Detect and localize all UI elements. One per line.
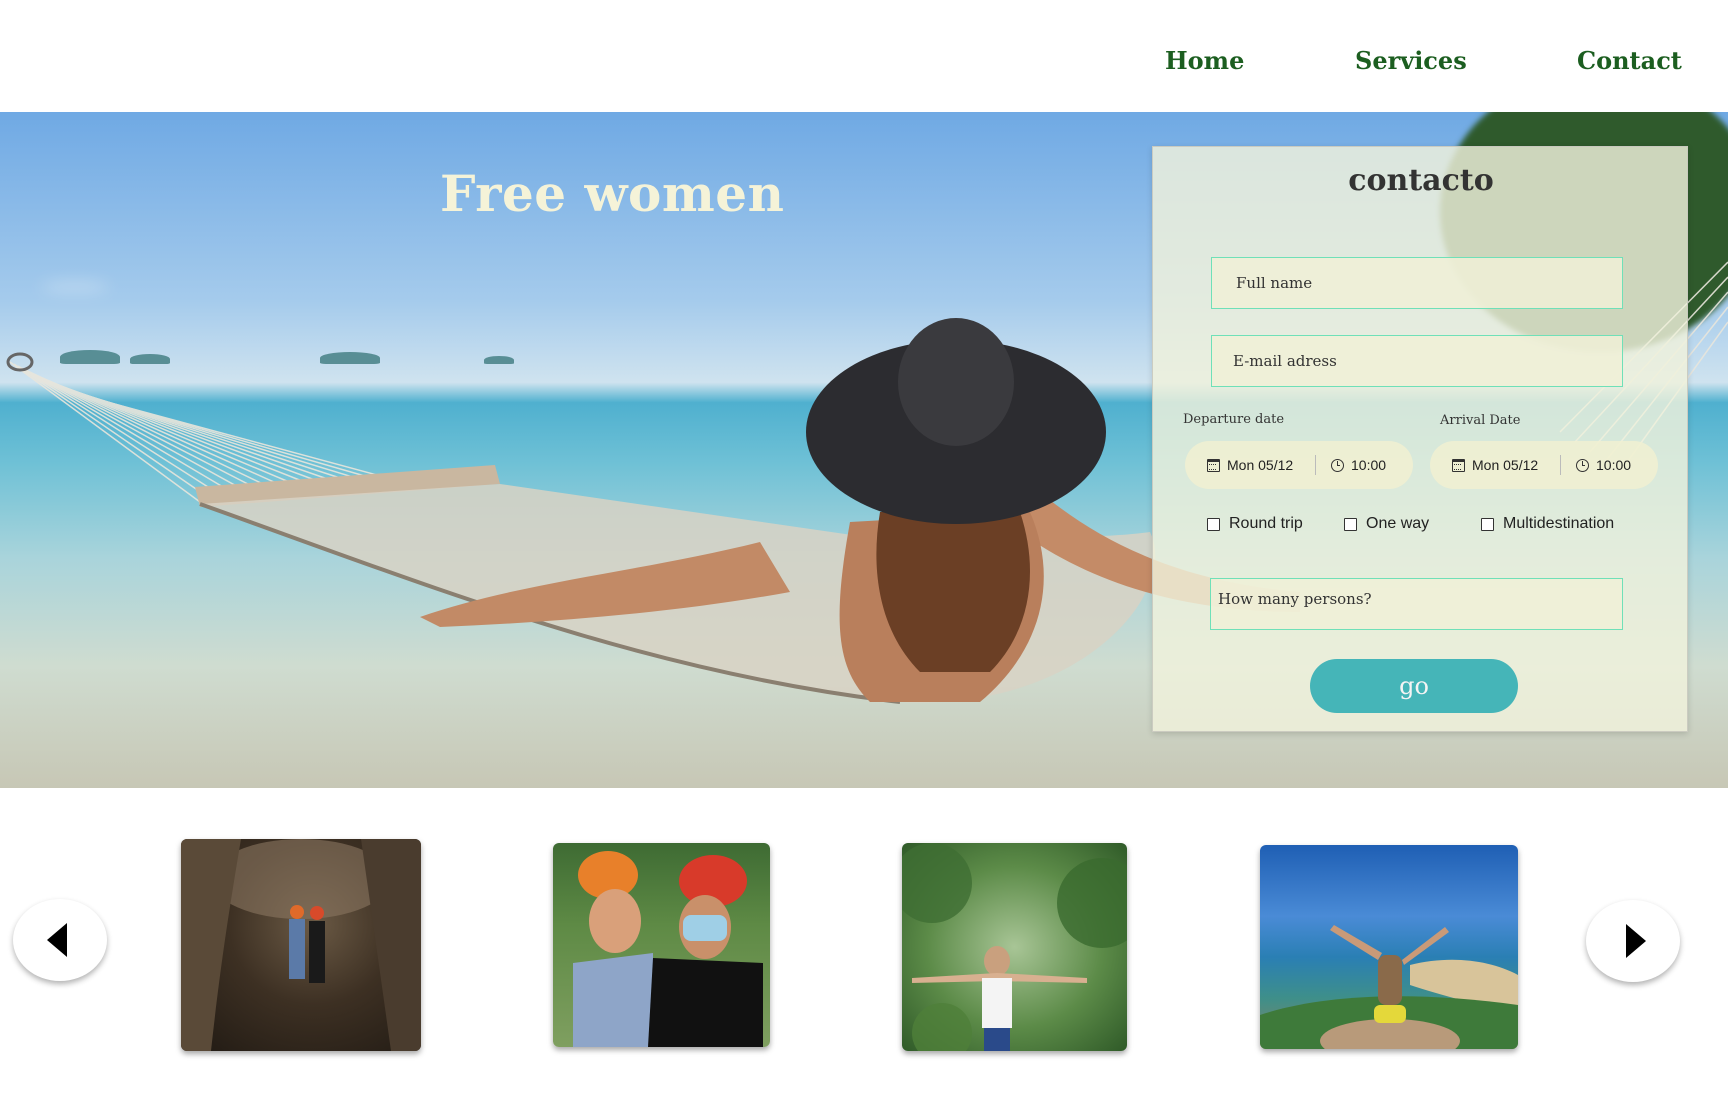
email-placeholder: E-mail adress	[1233, 352, 1337, 370]
hero-title: Free women	[440, 164, 785, 223]
departure-time-value: 10:00	[1351, 457, 1387, 473]
carousel-next-button[interactable]	[1586, 900, 1680, 982]
caret-left-icon	[47, 923, 67, 957]
clock-icon	[1331, 458, 1344, 472]
gallery-image-cave[interactable]	[181, 839, 421, 1051]
arrival-date-field[interactable]: Mon 05/12	[1430, 457, 1560, 473]
forest-photo	[902, 843, 1127, 1051]
contact-form-panel: contacto Full name E-mail adress Departu…	[1152, 146, 1688, 732]
helmets-photo	[573, 851, 763, 1047]
email-input[interactable]: E-mail adress	[1211, 335, 1623, 387]
contact-form-title: contacto	[1348, 163, 1494, 198]
calendar-icon	[1452, 458, 1465, 472]
round-trip-checkbox[interactable]	[1207, 517, 1220, 531]
coast-photo	[1260, 925, 1518, 1049]
gallery-image-forest[interactable]	[902, 843, 1127, 1051]
go-button[interactable]: go	[1310, 659, 1518, 713]
full-name-input[interactable]: Full name	[1211, 257, 1623, 309]
arrival-date-value: Mon 05/12	[1472, 457, 1539, 473]
departure-date-field[interactable]: Mon 05/12	[1185, 457, 1315, 473]
departure-date-label: Departure date	[1183, 412, 1285, 427]
caret-right-icon	[1626, 924, 1646, 958]
arrival-datetime-picker: Mon 05/12 10:00	[1430, 441, 1658, 489]
one-way-option[interactable]: One way	[1344, 515, 1429, 533]
sun-hat-crown	[898, 318, 1014, 446]
gallery-image-helmets[interactable]	[553, 843, 770, 1047]
gallery-image-coast[interactable]	[1260, 845, 1518, 1049]
departure-date-value: Mon 05/12	[1227, 457, 1294, 473]
round-trip-label: Round trip	[1229, 515, 1303, 532]
nav-contact-link[interactable]: Contact	[1577, 46, 1682, 75]
header: Home Services Contact	[0, 0, 1728, 112]
full-name-placeholder: Full name	[1236, 274, 1313, 292]
persons-placeholder: How many persons?	[1218, 590, 1372, 608]
arrival-date-label: Arrival Date	[1440, 413, 1521, 428]
arrival-time-field[interactable]: 10:00	[1561, 457, 1631, 473]
multidestination-checkbox[interactable]	[1481, 517, 1494, 531]
arrival-time-value: 10:00	[1596, 457, 1632, 473]
cave-photo	[181, 839, 421, 1051]
nav-services-link[interactable]: Services	[1355, 46, 1467, 75]
one-way-checkbox[interactable]	[1344, 517, 1357, 531]
calendar-icon	[1207, 458, 1220, 472]
carousel-prev-button[interactable]	[13, 899, 107, 981]
multidestination-option[interactable]: Multidestination	[1481, 515, 1614, 533]
round-trip-option[interactable]: Round trip	[1207, 515, 1303, 533]
clock-icon	[1576, 458, 1589, 472]
one-way-label: One way	[1366, 515, 1430, 532]
multidestination-label: Multidestination	[1503, 515, 1615, 532]
departure-time-field[interactable]: 10:00	[1316, 457, 1386, 473]
nav-home-link[interactable]: Home	[1165, 46, 1244, 75]
departure-datetime-picker: Mon 05/12 10:00	[1185, 441, 1413, 489]
persons-input[interactable]: How many persons?	[1210, 578, 1623, 630]
